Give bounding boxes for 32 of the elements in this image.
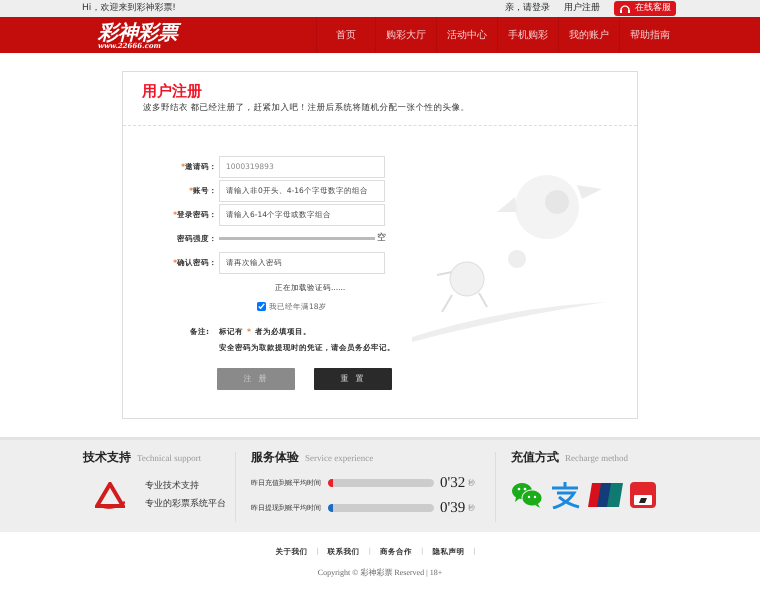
alipay-icon [549, 480, 581, 509]
nav-link[interactable]: 购彩大厅 [375, 17, 436, 53]
page-title: 用户注册 [140, 81, 203, 100]
nav-link[interactable]: 活动中心 [436, 17, 497, 53]
nav-link[interactable]: 首页 [316, 17, 375, 53]
unionpay-icon [587, 480, 623, 508]
section-subtitle: Technical support [137, 452, 202, 465]
meter-reading: 0'39 [440, 498, 466, 518]
topbar-link[interactable]: 用户注册 [564, 2, 600, 16]
wechat-pay-icon [511, 480, 543, 509]
section-subtitle: Recharge method [565, 452, 628, 465]
nav-link[interactable]: 我的账户 [558, 17, 619, 53]
strength-reading: 空 [377, 232, 386, 245]
support-text: 专业技术支持 [145, 480, 200, 493]
cloud-pay-icon [629, 480, 657, 508]
meter-reading: 0'32 [440, 474, 466, 493]
section-title: 服务体验 [251, 449, 299, 466]
section-title: 技术支持 [83, 449, 131, 466]
nav-link[interactable]: 手机购彩 [497, 17, 558, 53]
nav-link[interactable]: 帮助指南 [619, 17, 680, 53]
age-checkbox[interactable] [257, 302, 266, 312]
headset-icon [619, 4, 631, 14]
support-text: 专业的彩票系统平台 [145, 498, 226, 510]
support-logo-icon [95, 482, 125, 510]
intro-text: 波多野结衣 都已经注册了，赶紧加入吧！注册后系统将随机分配一张个性的头像。 [142, 102, 471, 115]
section-title: 充值方式 [511, 449, 559, 466]
topbar-link[interactable]: 亲，请登录 [505, 2, 550, 16]
greeting-text: Hi，欢迎来到彩神彩票! [82, 2, 176, 15]
customer-service-button[interactable]: 在线客服 [614, 0, 676, 16]
copyright-text: Copyright © 彩神彩票 Reserved | 18+ [316, 567, 444, 580]
section-subtitle: Service experience [305, 452, 374, 465]
reset-button[interactable]: 重 置 [314, 368, 392, 390]
